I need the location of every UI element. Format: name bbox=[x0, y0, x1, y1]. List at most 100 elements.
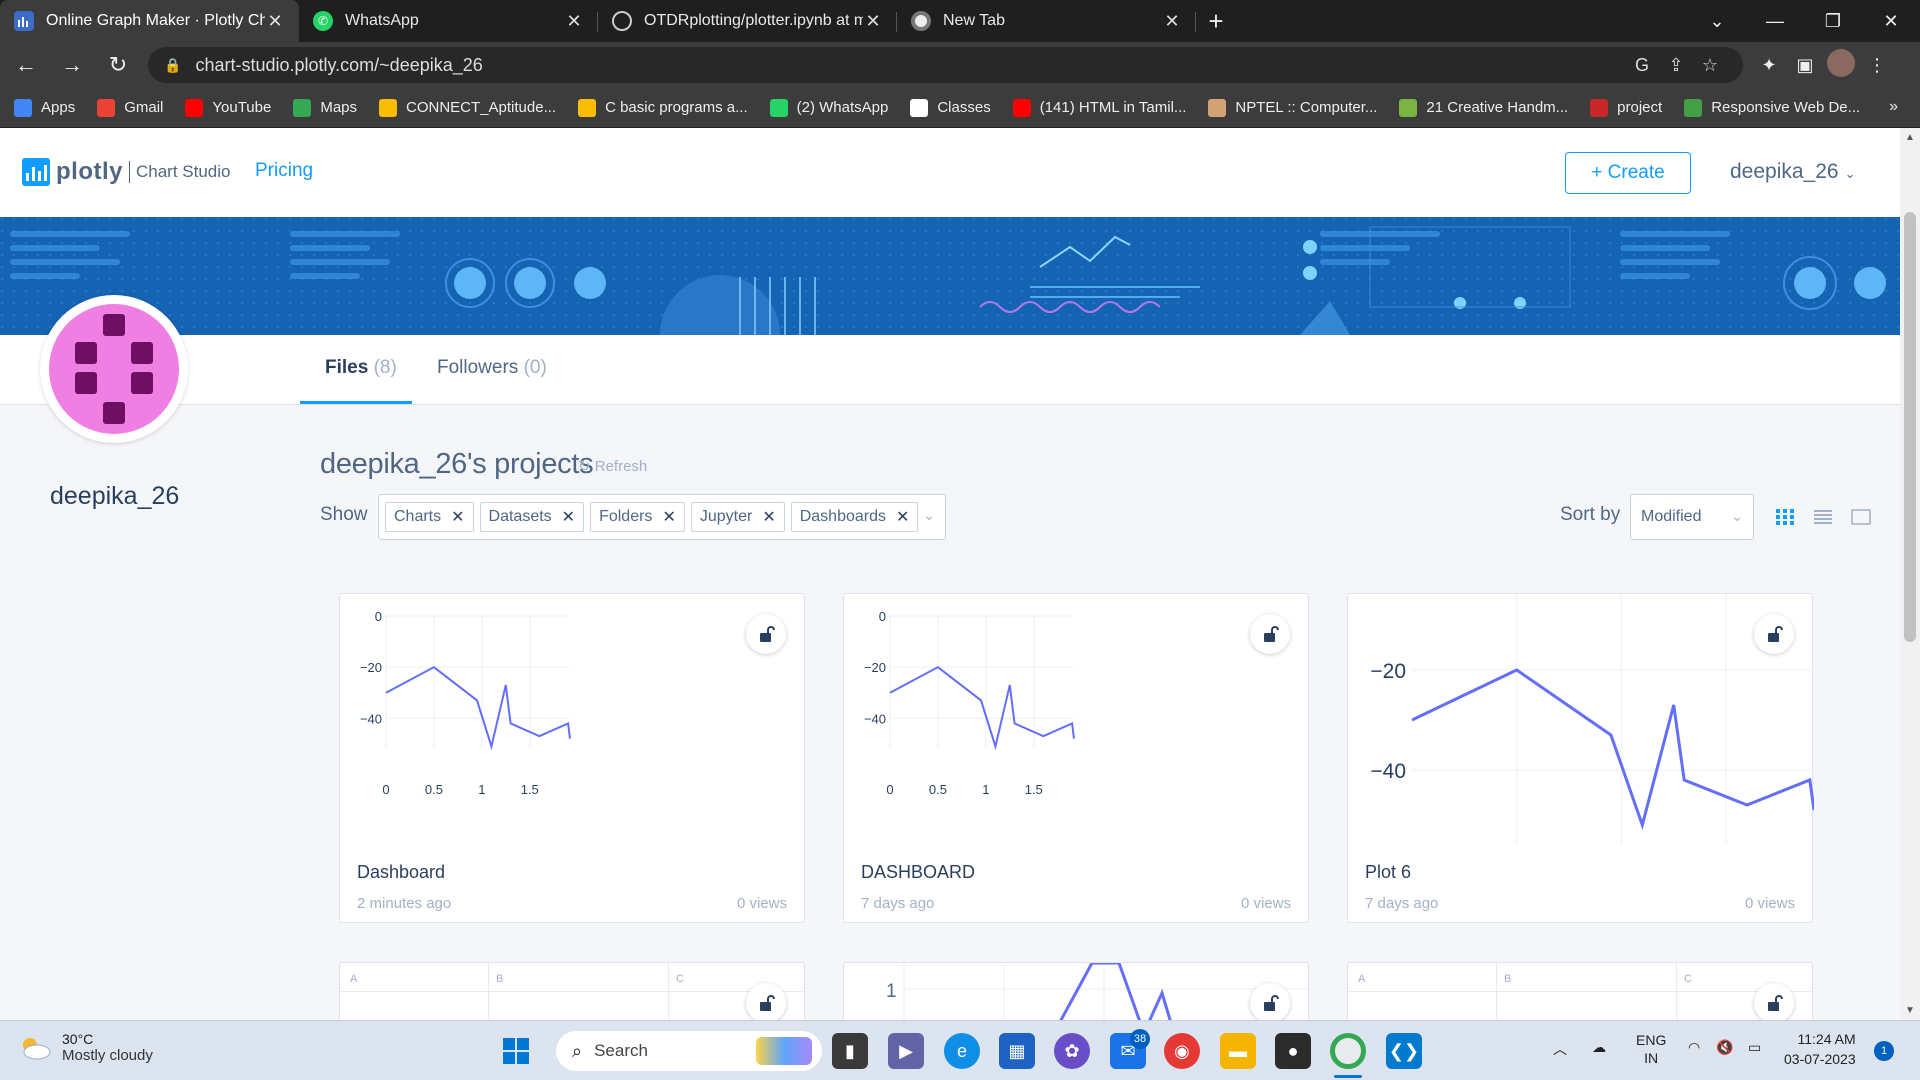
forward-icon[interactable]: → bbox=[52, 45, 92, 85]
filter-chip[interactable]: Dashboards ✕ bbox=[790, 502, 919, 532]
unlock-icon[interactable] bbox=[746, 983, 786, 1020]
unlock-icon[interactable] bbox=[1250, 983, 1290, 1020]
system-clock[interactable]: 11:24 AM 03-07-2023 bbox=[1784, 1029, 1856, 1069]
bookmark-item[interactable]: project bbox=[1590, 98, 1662, 117]
restore-icon[interactable]: ❐ bbox=[1804, 0, 1862, 42]
remove-filter-icon[interactable]: ✕ bbox=[662, 507, 675, 527]
project-card[interactable]: 0 0.5 1 1.5 0 −20 −40 DASHBOARD 7 days ago 0 v… bbox=[843, 593, 1309, 923]
share-icon[interactable]: ⇪ bbox=[1659, 55, 1693, 76]
close-window-icon[interactable]: ✕ bbox=[1862, 0, 1920, 42]
user-menu[interactable]: deepika_26 ⌄ bbox=[1730, 160, 1856, 184]
taskbar-search[interactable]: ⌕ Search bbox=[556, 1031, 822, 1071]
project-card[interactable]: 0 0.5 1 1.5 0 −20 −40 Dashboard 2 minutes ago … bbox=[339, 593, 805, 923]
notification-badge[interactable]: 1 bbox=[1874, 1041, 1894, 1061]
remove-filter-icon[interactable]: ✕ bbox=[451, 507, 464, 527]
scroll-down-icon[interactable]: ▼ bbox=[1905, 1005, 1915, 1016]
file-explorer-icon[interactable]: ▬ bbox=[1220, 1033, 1256, 1069]
edge-icon[interactable]: e bbox=[944, 1033, 980, 1069]
bookmark-item[interactable]: Maps bbox=[293, 98, 357, 117]
unlock-icon[interactable] bbox=[1754, 983, 1794, 1020]
plotly-logo[interactable]: plotly Chart Studio bbox=[22, 158, 231, 186]
weather-widget[interactable]: 30°C Mostly cloudy bbox=[18, 1031, 153, 1064]
chevron-down-icon[interactable]: ⌄ bbox=[923, 507, 935, 524]
filter-chip[interactable]: Datasets ✕ bbox=[479, 502, 585, 532]
teams-icon[interactable]: ▶ bbox=[888, 1033, 924, 1069]
bookmark-item[interactable]: Gmail bbox=[97, 98, 163, 117]
close-tab-icon[interactable]: ✕ bbox=[1162, 11, 1182, 32]
extensions-icon[interactable]: ✦ bbox=[1751, 55, 1787, 76]
language-indicator[interactable]: ENG IN bbox=[1636, 1031, 1666, 1067]
unlock-icon[interactable] bbox=[746, 614, 786, 654]
card-title[interactable]: Plot 6 bbox=[1365, 862, 1411, 883]
browser-app-icon[interactable]: ◉ bbox=[1164, 1033, 1200, 1069]
bookmark-item[interactable]: C basic programs a... bbox=[578, 98, 748, 117]
bookmark-item[interactable]: Classes bbox=[910, 98, 991, 117]
browser-tab-github[interactable]: OTDRplotting/plotter.ipynb at m ✕ bbox=[598, 0, 897, 42]
remove-filter-icon[interactable]: ✕ bbox=[896, 507, 909, 527]
project-card-grid[interactable]: A B C bbox=[339, 962, 805, 1020]
bookmark-item[interactable]: CONNECT_Aptitude... bbox=[379, 98, 556, 117]
project-card[interactable]: −20 −40 Plot 6 7 days ago 0 views bbox=[1347, 593, 1814, 923]
bookmark-item[interactable]: 21 Creative Handm... bbox=[1399, 98, 1568, 117]
onedrive-icon[interactable]: ☁ bbox=[1592, 1039, 1606, 1056]
show-hidden-icons[interactable]: ︿ bbox=[1553, 1039, 1567, 1059]
bookmarks-overflow-icon[interactable]: » bbox=[1889, 98, 1898, 116]
lock-icon[interactable]: 🔒 bbox=[164, 57, 181, 74]
task-view-icon[interactable]: ▮ bbox=[832, 1033, 868, 1069]
browser-tab-newtab[interactable]: New Tab ✕ bbox=[897, 0, 1196, 42]
windows-start-icon[interactable] bbox=[498, 1033, 534, 1069]
grid-view-icon[interactable] bbox=[1774, 508, 1796, 526]
battery-icon[interactable]: ▭ bbox=[1748, 1039, 1761, 1056]
profile-avatar[interactable] bbox=[1823, 48, 1859, 82]
filter-select[interactable]: Charts ✕ Datasets ✕ Folders ✕ Jupyter ✕ Dashboar… bbox=[378, 494, 946, 540]
wifi-icon[interactable]: ◠ bbox=[1688, 1039, 1700, 1056]
sort-select[interactable]: Modified ⌄ bbox=[1630, 494, 1754, 540]
recorder-icon[interactable]: ● bbox=[1275, 1033, 1311, 1069]
card-title[interactable]: Dashboard bbox=[357, 862, 445, 883]
close-tab-icon[interactable]: ✕ bbox=[265, 11, 285, 32]
unlock-icon[interactable] bbox=[1754, 614, 1794, 654]
filter-chip[interactable]: Jupyter ✕ bbox=[690, 502, 785, 532]
close-tab-icon[interactable]: ✕ bbox=[863, 11, 883, 32]
page-scrollbar[interactable]: ▲ ▼ bbox=[1900, 128, 1920, 1020]
remove-filter-icon[interactable]: ✕ bbox=[562, 507, 575, 527]
project-card-chart[interactable]: 1 bbox=[843, 962, 1309, 1020]
bookmark-item[interactable]: NPTEL :: Computer... bbox=[1208, 98, 1377, 117]
unlock-icon[interactable] bbox=[1250, 614, 1290, 654]
scrollbar-thumb[interactable] bbox=[1904, 212, 1916, 642]
bookmark-item[interactable]: (2) WhatsApp bbox=[769, 98, 888, 117]
refresh-link[interactable]: ↻ Refresh bbox=[578, 457, 647, 475]
bookmark-item[interactable]: (141) HTML in Tamil... bbox=[1012, 98, 1186, 117]
google-lens-icon[interactable]: G bbox=[1625, 55, 1659, 76]
browser-tab-plotly[interactable]: Online Graph Maker · Plotly Char ✕ bbox=[0, 0, 299, 42]
copilot-icon[interactable]: ✿ bbox=[1054, 1033, 1090, 1069]
side-panel-icon[interactable]: ▣ bbox=[1787, 55, 1823, 76]
create-button[interactable]: + Create bbox=[1565, 152, 1691, 194]
tab-search-icon[interactable]: ⌄ bbox=[1688, 0, 1746, 42]
vscode-icon[interactable]: ❮❯ bbox=[1386, 1033, 1422, 1069]
remove-filter-icon[interactable]: ✕ bbox=[762, 507, 775, 527]
reload-icon[interactable]: ↻ bbox=[98, 45, 138, 85]
tab-files[interactable]: Files (8) bbox=[325, 357, 397, 379]
browser-tab-whatsapp[interactable]: ✆ WhatsApp ✕ bbox=[299, 0, 598, 42]
minimize-icon[interactable]: — bbox=[1746, 0, 1804, 42]
back-icon[interactable]: ← bbox=[6, 45, 46, 85]
filter-chip[interactable]: Charts ✕ bbox=[385, 502, 474, 532]
card-view-icon[interactable] bbox=[1850, 508, 1872, 526]
filter-chip[interactable]: Folders ✕ bbox=[590, 502, 685, 532]
scroll-up-icon[interactable]: ▲ bbox=[1905, 132, 1915, 143]
close-tab-icon[interactable]: ✕ bbox=[564, 11, 584, 32]
list-view-icon[interactable] bbox=[1812, 508, 1834, 526]
chrome-taskbar-icon[interactable] bbox=[1330, 1033, 1366, 1069]
pricing-link[interactable]: Pricing bbox=[255, 160, 313, 182]
new-tab-button[interactable]: + bbox=[1196, 0, 1236, 42]
tab-followers[interactable]: Followers (0) bbox=[437, 357, 547, 379]
card-title[interactable]: DASHBOARD bbox=[861, 862, 975, 883]
address-bar[interactable]: 🔒 chart-studio.plotly.com/~deepika_26 G … bbox=[148, 47, 1743, 83]
bookmark-item[interactable]: Apps bbox=[14, 98, 75, 117]
project-card-grid[interactable]: A B C bbox=[1347, 962, 1813, 1020]
bookmark-item[interactable]: YouTube bbox=[185, 98, 271, 117]
store-icon[interactable]: ▦ bbox=[999, 1033, 1035, 1069]
menu-icon[interactable]: ⋮ bbox=[1859, 55, 1895, 76]
volume-muted-icon[interactable]: 🔇 bbox=[1716, 1039, 1733, 1056]
